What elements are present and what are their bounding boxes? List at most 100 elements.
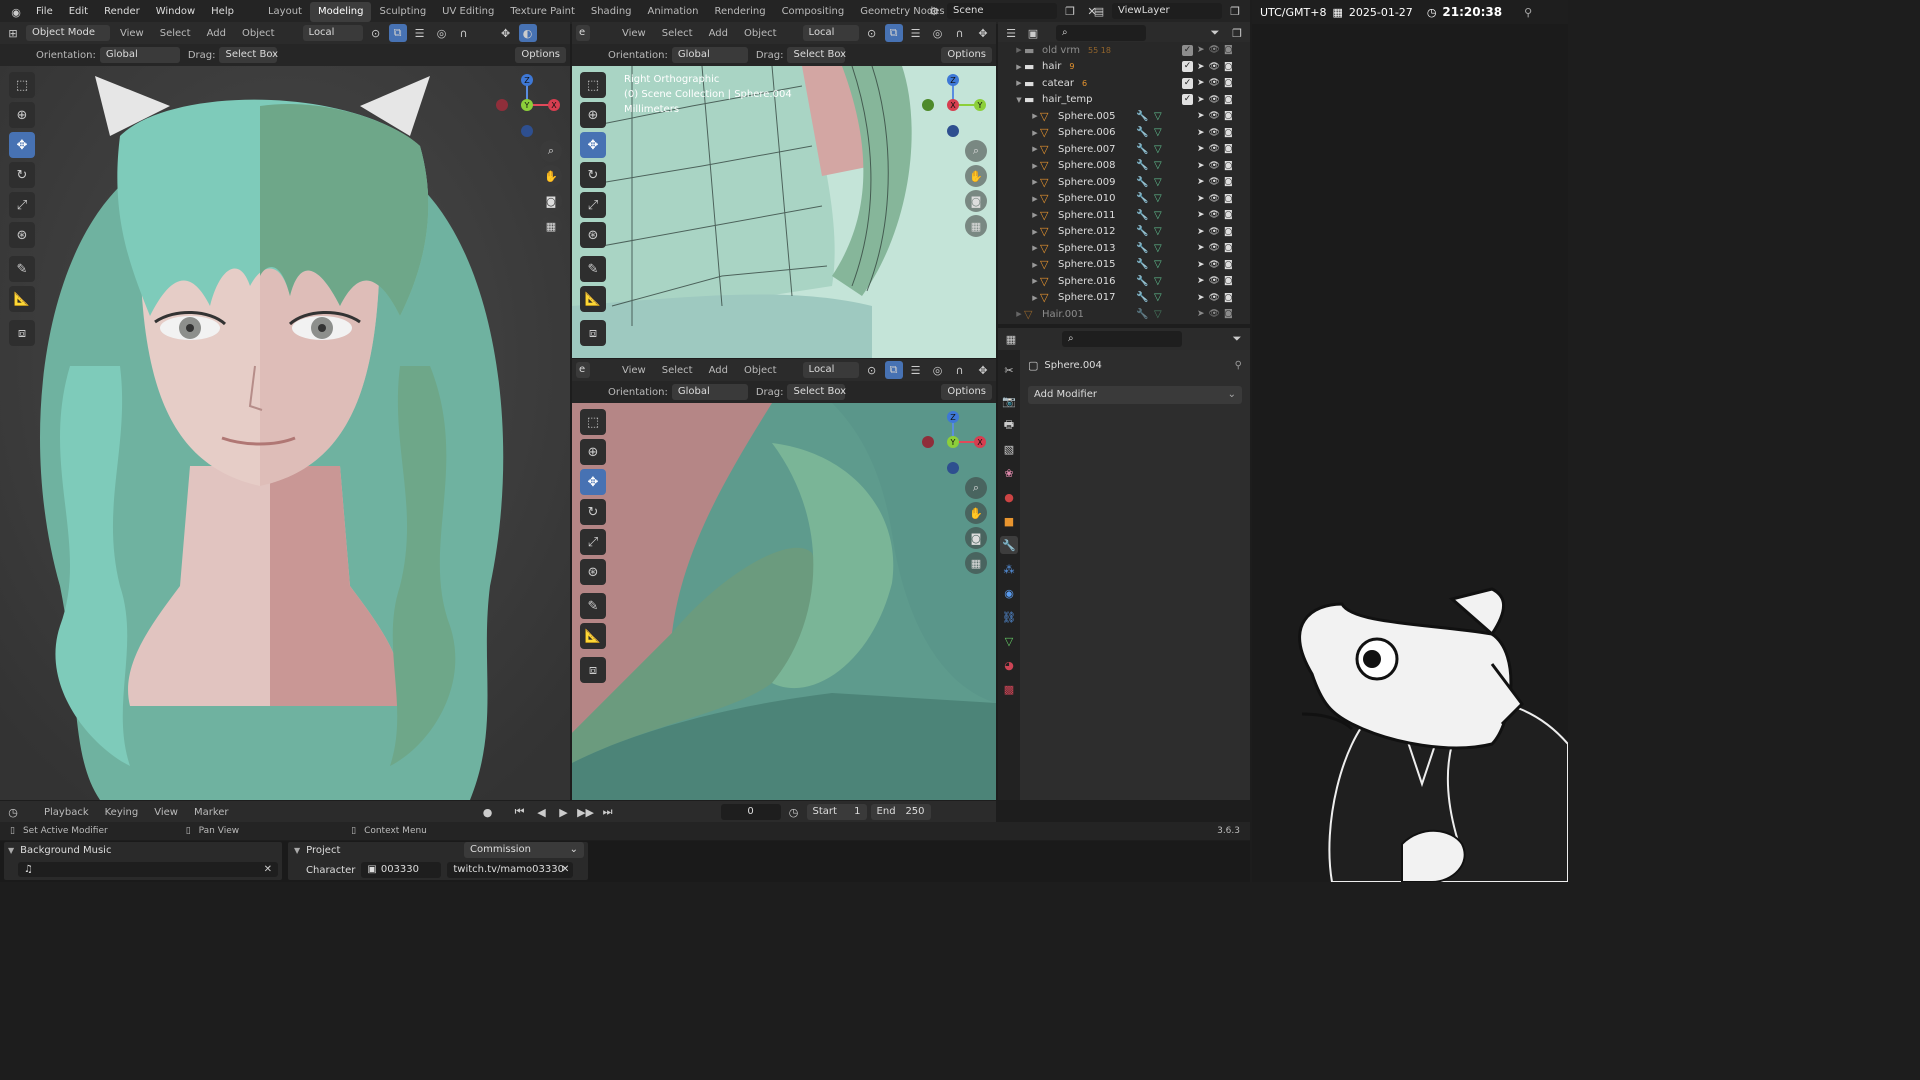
character-code-field[interactable]: ▣ 003330 — [361, 862, 442, 878]
mode-dropdown[interactable]: Object Mode — [26, 25, 110, 41]
zoom-icon[interactable]: ⌕ — [540, 140, 562, 162]
tr-transform-tool[interactable]: ⊛ — [580, 222, 606, 248]
br-menu-add[interactable]: Add — [703, 365, 734, 376]
selectable-arrow-icon[interactable]: ➤ — [1197, 161, 1205, 171]
expand-right-icon[interactable]: ▶ — [1030, 294, 1040, 302]
eye-icon[interactable]: 👁 — [1209, 144, 1220, 154]
prev-key-icon[interactable]: ◀ — [533, 803, 551, 821]
expand-right-icon[interactable]: ▶ — [1030, 112, 1040, 120]
br-orientation-dropdown[interactable]: Global — [671, 384, 748, 400]
timeline-menu-marker[interactable]: Marker — [188, 807, 235, 818]
eye-icon[interactable]: 👁 — [1209, 45, 1220, 55]
outliner-row[interactable]: ▶ ▽ Sphere.006 🔧 ▽ ➤ 👁 ◙ — [998, 125, 1250, 142]
camera-render-icon[interactable]: ◙ — [1224, 45, 1233, 55]
outliner-row[interactable]: ▶ ▽ Sphere.007 🔧 ▽ ➤ 👁 ◙ — [998, 141, 1250, 158]
menu-object[interactable]: Object — [236, 28, 281, 39]
camera-render-icon[interactable]: ◙ — [1224, 194, 1233, 204]
modifier-tab-icon[interactable]: 🔧 — [1000, 536, 1018, 554]
menu-window[interactable]: Window — [148, 0, 203, 24]
eye-icon[interactable]: 👁 — [1209, 161, 1220, 171]
exclude-checkbox[interactable]: ✓ — [1182, 94, 1193, 106]
tr-snap-target-icon[interactable]: ☰ — [907, 24, 925, 42]
eye-icon[interactable]: 👁 — [1209, 243, 1220, 253]
character-url-field[interactable]: twitch.tv/mamo03330 ✕ — [447, 862, 574, 878]
exclude-checkbox[interactable]: ✓ — [1182, 61, 1193, 73]
camera-render-icon[interactable]: ◙ — [1224, 128, 1233, 138]
expand-right-icon[interactable]: ▶ — [1030, 228, 1040, 236]
new-viewlayer-icon[interactable]: ❐ — [1226, 2, 1244, 20]
tr-gizmo-toggle-icon[interactable]: ✥ — [974, 24, 992, 42]
scene-tab-icon[interactable]: ❀ — [1000, 464, 1018, 482]
proportional-icon[interactable]: ◎ — [433, 24, 451, 42]
tool-tab-icon[interactable]: ✂ — [1000, 361, 1018, 379]
outliner-row[interactable]: ▶ ▽ Sphere.011 🔧 ▽ ➤ 👁 ◙ — [998, 207, 1250, 224]
project-collapse-icon[interactable]: ▼ — [294, 846, 300, 855]
tr-drag-dropdown[interactable]: Select Box — [787, 47, 846, 63]
scale-tool[interactable]: ⤢ — [9, 192, 35, 218]
selectable-arrow-icon[interactable]: ➤ — [1197, 309, 1205, 319]
selectable-arrow-icon[interactable]: ➤ — [1197, 260, 1205, 270]
pin-icon[interactable]: ⚲ — [1524, 6, 1532, 19]
world-tab-icon[interactable]: ● — [1000, 488, 1018, 506]
data-tab-icon[interactable]: ▽ — [1000, 632, 1018, 650]
expand-right-icon[interactable]: ▶ — [1014, 310, 1024, 318]
expand-right-icon[interactable]: ▶ — [1030, 195, 1040, 203]
expand-right-icon[interactable]: ▶ — [1030, 162, 1040, 170]
outliner-editor-type-icon[interactable]: ☰ — [1002, 24, 1020, 42]
rotate-tool[interactable]: ↻ — [9, 162, 35, 188]
editor-type-icon[interactable]: ⊞ — [4, 24, 22, 42]
tr-pan-hand-icon[interactable]: ✋ — [965, 165, 987, 187]
br-grid-icon[interactable]: ▦ — [965, 552, 987, 574]
exclude-checkbox[interactable]: ✓ — [1182, 77, 1193, 89]
selectable-arrow-icon[interactable]: ➤ — [1197, 276, 1205, 286]
eye-icon[interactable]: 👁 — [1209, 309, 1220, 319]
camera-render-icon[interactable]: ◙ — [1224, 161, 1233, 171]
snap-target-icon[interactable]: ☰ — [411, 24, 429, 42]
snap-icon[interactable]: ⧉ — [388, 24, 407, 42]
eye-icon[interactable]: 👁 — [1209, 95, 1220, 105]
tab-shading[interactable]: Shading — [583, 2, 640, 22]
expand-right-icon[interactable]: ▶ — [1030, 211, 1040, 219]
br-drag-dropdown[interactable]: Select Box — [787, 384, 846, 400]
expand-right-icon[interactable]: ▶ — [1030, 129, 1040, 137]
camera-render-icon[interactable]: ◙ — [1224, 293, 1233, 303]
tr-snap-icon[interactable]: ⧉ — [884, 24, 903, 42]
br-viewport[interactable]: ⬚ ⊕ ✥ ↻ ⤢ ⊛ ✎ 📐 ⧈ Z Y X ⌕ ✋ ◙ ▦ — [572, 403, 996, 800]
br-scale-tool[interactable]: ⤢ — [580, 529, 606, 555]
camera-render-icon[interactable]: ◙ — [1224, 177, 1233, 187]
br-gizmo-toggle-icon[interactable]: ✥ — [974, 361, 992, 379]
texture-tab-icon[interactable]: ▩ — [1000, 680, 1018, 698]
camera-render-icon[interactable]: ◙ — [1224, 62, 1233, 72]
outliner-row[interactable]: ▶ ▽ Sphere.005 🔧 ▽ ➤ 👁 ◙ — [998, 108, 1250, 125]
selectable-arrow-icon[interactable]: ➤ — [1197, 111, 1205, 121]
camera-render-icon[interactable]: ◙ — [1224, 210, 1233, 220]
select-box-tool[interactable]: ⬚ — [9, 72, 35, 98]
tr-transform-space-dropdown[interactable]: Local — [802, 25, 859, 41]
br-menu-view[interactable]: View — [616, 365, 652, 376]
scene-field[interactable]: Scene — [947, 3, 1057, 19]
next-key-icon[interactable]: ▶▶ — [577, 803, 595, 821]
eye-icon[interactable]: 👁 — [1209, 276, 1220, 286]
properties-editor-type-icon[interactable]: ▦ — [1002, 330, 1020, 348]
tr-menu-view[interactable]: View — [616, 28, 652, 39]
play-icon[interactable]: ▶ — [555, 803, 573, 821]
falloff-icon[interactable]: ∩ — [455, 24, 473, 42]
filter-icon[interactable]: ⏷ — [1206, 24, 1224, 42]
material-tab-icon[interactable]: ◕ — [1000, 656, 1018, 674]
br-measure-tool[interactable]: 📐 — [580, 623, 606, 649]
viewlayer-field[interactable]: ViewLayer — [1112, 3, 1222, 19]
display-mode-icon[interactable]: ▣ — [1024, 24, 1042, 42]
tr-navigation-gizmo[interactable]: Z X Y — [920, 72, 986, 138]
tr-camera-icon[interactable]: ◙ — [965, 190, 987, 212]
pin-object-icon[interactable]: ⚲ — [1235, 360, 1242, 371]
start-frame-field[interactable]: Start 1 — [806, 804, 867, 820]
tr-measure-tool[interactable]: 📐 — [580, 286, 606, 312]
tr-add-cube-tool[interactable]: ⧈ — [580, 320, 606, 346]
jump-end-icon[interactable]: ⏭ — [599, 803, 617, 821]
drag-dropdown[interactable]: Select Box — [219, 47, 278, 63]
tr-select-box-tool[interactable]: ⬚ — [580, 72, 606, 98]
selectable-arrow-icon[interactable]: ➤ — [1197, 243, 1205, 253]
camera-render-icon[interactable]: ◙ — [1224, 309, 1233, 319]
br-snap-target-icon[interactable]: ☰ — [907, 361, 925, 379]
br-camera-icon[interactable]: ◙ — [965, 527, 987, 549]
